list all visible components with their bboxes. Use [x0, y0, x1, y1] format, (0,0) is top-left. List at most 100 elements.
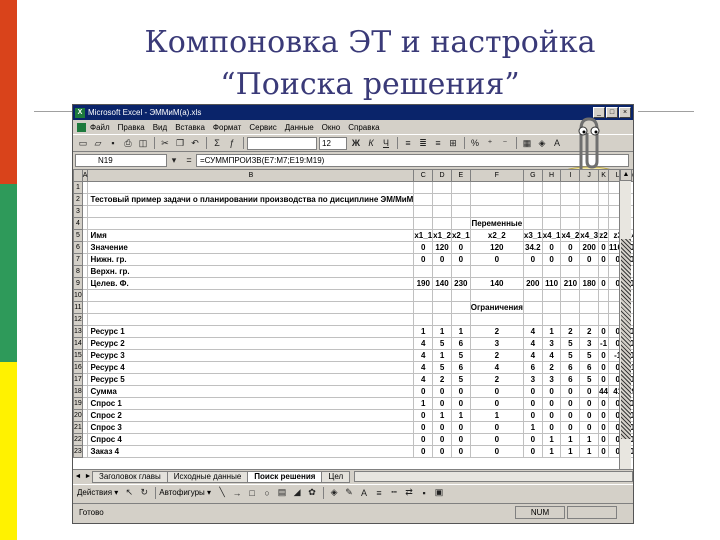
- increase-decimal-icon[interactable]: ⁺: [483, 136, 497, 150]
- sheet-cell[interactable]: Спрос 1: [87, 397, 415, 410]
- sheet-cell[interactable]: 1: [560, 445, 581, 458]
- save-icon[interactable]: ▪: [106, 136, 120, 150]
- sheet-cell[interactable]: [469, 193, 524, 206]
- sheet-cell[interactable]: 0: [598, 421, 609, 434]
- preview-icon[interactable]: ◫: [136, 136, 150, 150]
- sheet-cell[interactable]: [432, 301, 452, 314]
- sheet-cell[interactable]: 0: [560, 253, 581, 266]
- column-header[interactable]: G: [522, 169, 543, 182]
- sheet-cell[interactable]: 0: [450, 397, 471, 410]
- menu-tools[interactable]: Сервис: [249, 123, 276, 132]
- draw-actions-menu[interactable]: Действия ▾: [77, 488, 118, 497]
- column-header[interactable]: I: [560, 169, 581, 182]
- sheet-cell[interactable]: x1_2: [432, 229, 452, 242]
- menu-format[interactable]: Формат: [213, 123, 241, 132]
- row-header[interactable]: 16: [73, 361, 83, 374]
- sheet-cell[interactable]: 4: [522, 337, 543, 350]
- column-header[interactable]: B: [87, 169, 415, 182]
- sheet-cell[interactable]: 1: [450, 409, 471, 422]
- row-header[interactable]: 7: [73, 253, 83, 266]
- sheet-cell[interactable]: [541, 301, 562, 314]
- arrow-icon[interactable]: →: [230, 486, 244, 500]
- row-header[interactable]: 9: [73, 277, 83, 290]
- sheet-cell[interactable]: 5: [579, 349, 600, 362]
- sheet-cell[interactable]: [560, 313, 581, 326]
- sheet-cell[interactable]: [598, 193, 609, 206]
- open-folder-icon[interactable]: ▱: [91, 136, 105, 150]
- sheet-cell[interactable]: [522, 301, 543, 314]
- sheet-cell[interactable]: 4: [469, 361, 524, 374]
- sheet-cell[interactable]: [450, 181, 471, 194]
- sheet-cell[interactable]: Тестовый пример задачи о планировании пр…: [87, 193, 415, 206]
- select-all-corner[interactable]: [73, 169, 83, 182]
- merge-cells-icon[interactable]: ⊞: [446, 136, 460, 150]
- row-header[interactable]: 19: [73, 397, 83, 410]
- sheet-cell[interactable]: 5: [450, 373, 471, 386]
- sheet-cell[interactable]: 0: [579, 409, 600, 422]
- sheet-cell[interactable]: 0: [598, 253, 609, 266]
- sheet-cell[interactable]: 0: [541, 241, 562, 254]
- sheet-cell[interactable]: [469, 265, 524, 278]
- sheet-cell[interactable]: Целев. Ф.: [87, 277, 415, 290]
- sheet-cell[interactable]: 110: [541, 277, 562, 290]
- row-header[interactable]: 2: [73, 193, 83, 206]
- sheet-cell[interactable]: Ресурс 1: [87, 325, 415, 338]
- sheet-cell[interactable]: [432, 217, 452, 230]
- bold-button[interactable]: Ж: [349, 136, 363, 150]
- sheet-cell[interactable]: 0: [413, 241, 434, 254]
- sheet-cell[interactable]: [450, 289, 471, 302]
- align-center-icon[interactable]: ≣: [416, 136, 430, 150]
- sheet-cell[interactable]: 0: [560, 421, 581, 434]
- sheet-cell[interactable]: 6: [560, 361, 581, 374]
- sheet-cell[interactable]: 0: [413, 433, 434, 446]
- sheet-cell[interactable]: [579, 205, 600, 218]
- sheet-cell[interactable]: 140: [469, 277, 524, 290]
- scroll-thumb[interactable]: [621, 239, 631, 439]
- sheet-cell[interactable]: Спрос 4: [87, 433, 415, 446]
- sheet-cell[interactable]: [413, 265, 434, 278]
- sheet-cell[interactable]: 2: [469, 349, 524, 362]
- sheet-cell[interactable]: 0: [541, 397, 562, 410]
- font-color-icon[interactable]: A: [357, 486, 371, 500]
- sheet-cell[interactable]: 0: [450, 421, 471, 434]
- row-header[interactable]: 10: [73, 289, 83, 302]
- sheet-cell[interactable]: 1: [450, 325, 471, 338]
- sheet-cell[interactable]: 4: [413, 361, 434, 374]
- sheet-cell[interactable]: [579, 217, 600, 230]
- sheet-cell[interactable]: Спрос 2: [87, 409, 415, 422]
- sheet-cell[interactable]: Ресурс 4: [87, 361, 415, 374]
- sheet-cell[interactable]: [522, 217, 543, 230]
- sheet-cell[interactable]: [598, 289, 609, 302]
- row-header[interactable]: 6: [73, 241, 83, 254]
- undo-icon[interactable]: ↶: [188, 136, 202, 150]
- sheet-cell[interactable]: 120: [432, 241, 452, 254]
- sheet-cell[interactable]: [450, 193, 471, 206]
- sheet-cell[interactable]: 2: [541, 361, 562, 374]
- sheet-cell[interactable]: [87, 181, 415, 194]
- sheet-cell[interactable]: 0: [598, 361, 609, 374]
- clipart-icon[interactable]: ✿: [305, 486, 319, 500]
- sheet-cell[interactable]: [560, 289, 581, 302]
- row-header[interactable]: 3: [73, 205, 83, 218]
- tab-sheet-goal[interactable]: Цел: [321, 470, 351, 483]
- sheet-cell[interactable]: 0: [469, 253, 524, 266]
- row-header[interactable]: 5: [73, 229, 83, 242]
- sheet-cell[interactable]: [450, 217, 471, 230]
- sheet-cell[interactable]: 0: [522, 253, 543, 266]
- sheet-cell[interactable]: 0: [579, 253, 600, 266]
- tab-nav-prev-icon[interactable]: ◄: [73, 473, 83, 480]
- sheet-cell[interactable]: x3_1: [522, 229, 543, 242]
- sheet-cell[interactable]: [560, 301, 581, 314]
- sheet-cell[interactable]: 6: [579, 361, 600, 374]
- sheet-cell[interactable]: [598, 217, 609, 230]
- sheet-cell[interactable]: 0: [541, 421, 562, 434]
- sheet-cell[interactable]: [87, 313, 415, 326]
- sheet-cell[interactable]: 0: [522, 433, 543, 446]
- name-box[interactable]: N19: [75, 153, 167, 167]
- sheet-cell[interactable]: [413, 181, 434, 194]
- column-header[interactable]: J: [579, 169, 600, 182]
- sheet-cell[interactable]: Спрос 3: [87, 421, 415, 434]
- sheet-cell[interactable]: [450, 205, 471, 218]
- name-box-dropdown-icon[interactable]: ▾: [167, 153, 181, 167]
- sheet-cell[interactable]: 1: [432, 409, 452, 422]
